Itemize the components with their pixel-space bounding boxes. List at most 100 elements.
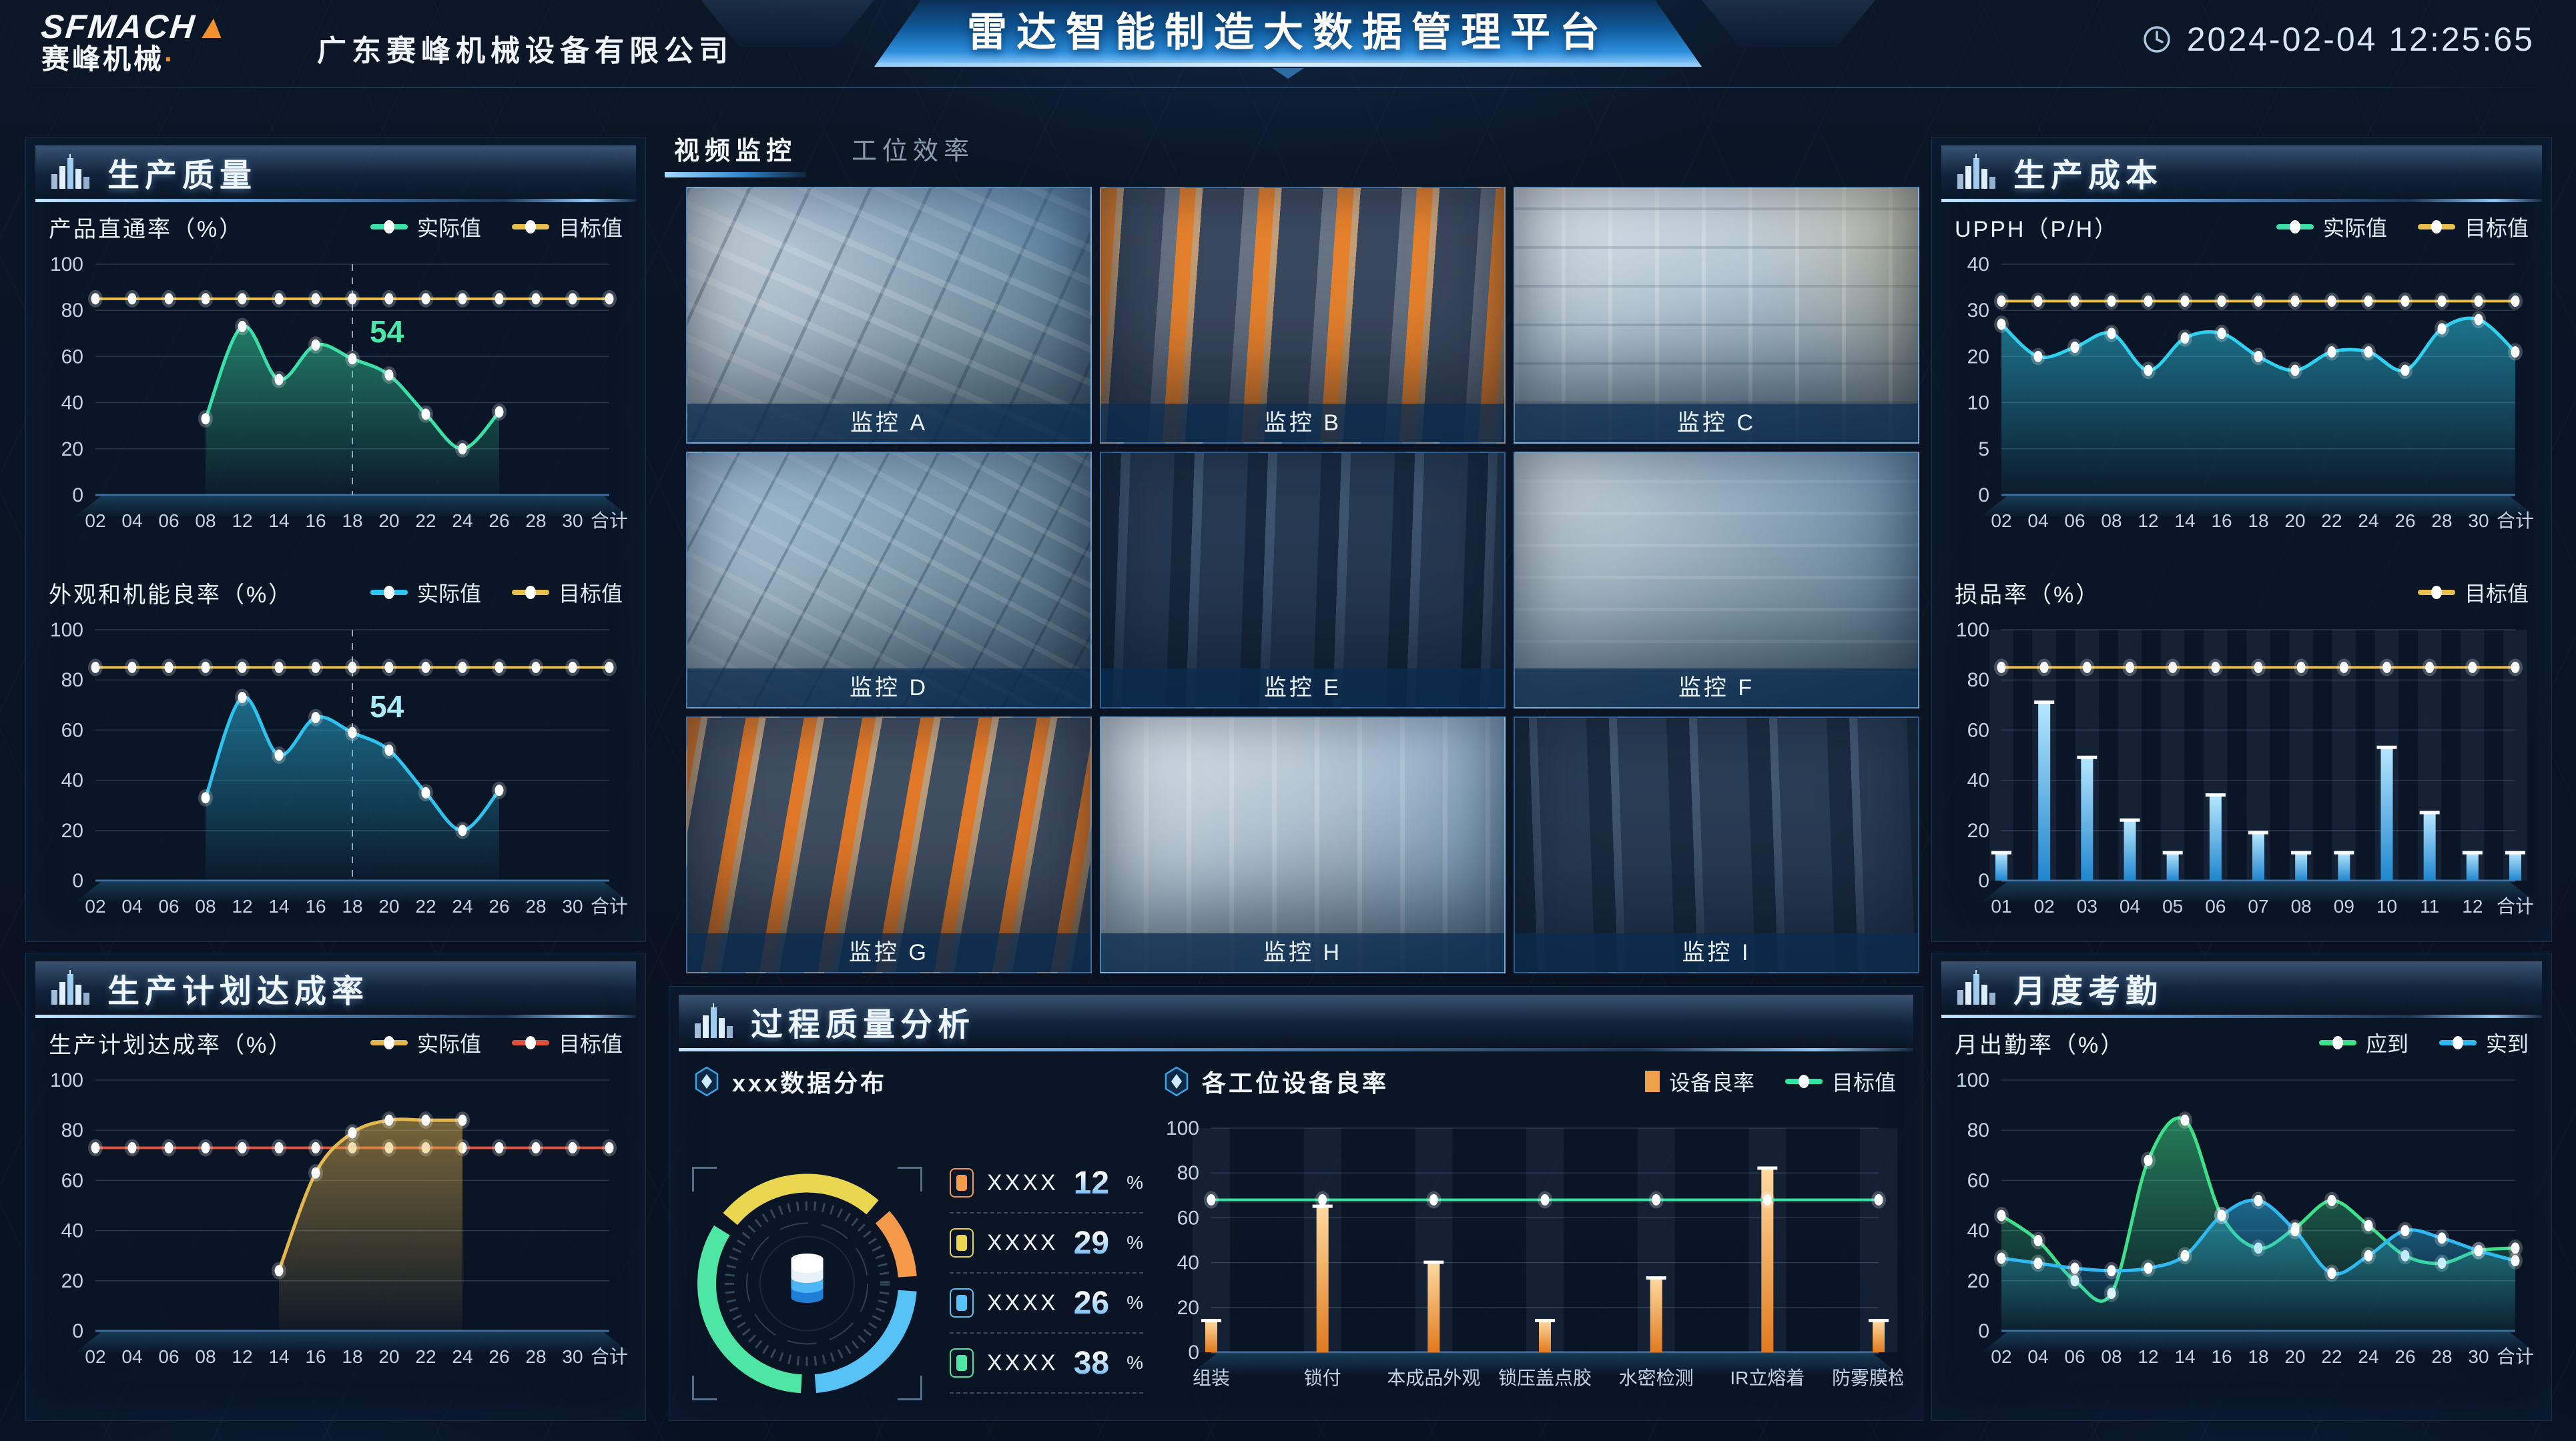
svg-text:28: 28: [525, 510, 546, 531]
bar-chart-icon: [1956, 970, 1997, 1006]
camera-tile[interactable]: 监控 I: [1514, 716, 1919, 973]
svg-text:24: 24: [452, 1346, 472, 1367]
svg-text:28: 28: [525, 896, 546, 917]
camera-tile[interactable]: 监控 E: [1100, 452, 1506, 708]
chart-legend: 实际值目标值: [370, 577, 623, 608]
svg-text:30: 30: [2468, 510, 2489, 531]
svg-text:26: 26: [2394, 510, 2415, 531]
camera-tile[interactable]: 监控 D: [686, 452, 1092, 708]
svg-text:14: 14: [268, 1346, 289, 1367]
svg-text:30: 30: [2468, 1346, 2489, 1367]
svg-text:0: 0: [72, 870, 83, 892]
bar-chart-icon: [693, 1003, 735, 1039]
panel-header: 生产成本: [1941, 145, 2542, 199]
svg-text:30: 30: [562, 1346, 583, 1367]
svg-text:20: 20: [378, 510, 399, 531]
svg-text:14: 14: [268, 896, 289, 917]
svg-text:100: 100: [1956, 619, 1989, 641]
camera-label: 监控 H: [1101, 933, 1504, 972]
svg-text:03: 03: [2077, 896, 2098, 917]
svg-text:28: 28: [2431, 1346, 2452, 1367]
svg-text:04: 04: [2120, 896, 2140, 917]
svg-text:22: 22: [2321, 510, 2342, 531]
svg-text:02: 02: [85, 896, 105, 917]
camera-tile[interactable]: 监控 B: [1100, 187, 1506, 444]
camera-label: 监控 G: [687, 933, 1090, 972]
panel-header: 生产质量: [35, 145, 636, 199]
legend-item[interactable]: 应到: [2319, 1027, 2408, 1058]
video-monitor-tab[interactable]: 视频监控: [674, 130, 797, 177]
legend-item[interactable]: 设备良率: [1645, 1066, 1754, 1097]
chart-legend: 实际值目标值: [370, 1027, 623, 1058]
legend-item[interactable]: 目标值: [1785, 1066, 1896, 1097]
svg-text:0: 0: [72, 484, 83, 506]
svg-text:18: 18: [2248, 510, 2268, 531]
svg-text:100: 100: [1956, 1069, 1989, 1091]
svg-text:16: 16: [2211, 1346, 2232, 1367]
attendance-chart: 0204060801000204060812141618202224262830…: [1944, 1063, 2539, 1376]
legend-item[interactable]: 目标值: [2418, 577, 2529, 608]
svg-text:合计: 合计: [2497, 1346, 2534, 1367]
camera-tile[interactable]: 监控 F: [1514, 452, 1919, 708]
svg-text:06: 06: [2064, 1346, 2085, 1367]
diamond-icon: [693, 1066, 720, 1097]
chart-legend: 实际值目标值: [2276, 211, 2529, 242]
camera-tile[interactable]: 监控 H: [1100, 716, 1506, 973]
station-efficiency-tab[interactable]: 工位效率: [852, 130, 974, 177]
camera-tile[interactable]: 监控 A: [686, 187, 1092, 444]
svg-text:24: 24: [452, 510, 472, 531]
svg-text:02: 02: [1991, 1346, 2011, 1367]
camera-tile[interactable]: 监控 C: [1514, 187, 1919, 444]
donut-legend-row[interactable]: XXXX12%: [950, 1153, 1143, 1214]
donut-legend-list: XXXX12%XXXX29%XXXX26%XXXX38%: [950, 1153, 1143, 1394]
svg-text:08: 08: [2101, 1346, 2122, 1367]
legend-item[interactable]: 目标值: [512, 577, 623, 608]
svg-text:22: 22: [2321, 1346, 2342, 1367]
svg-text:06: 06: [2205, 896, 2226, 917]
svg-text:16: 16: [305, 896, 326, 917]
svg-text:100: 100: [50, 619, 83, 641]
donut-legend-row[interactable]: XXXX38%: [950, 1334, 1143, 1394]
legend-item[interactable]: 实际值: [370, 577, 481, 608]
camera-label: 监控 C: [1515, 404, 1918, 442]
dashboard: SFMACH▲ 赛峰机械· 广东赛峰机械设备有限公司 雷达智能制造大数据管理平台…: [0, 0, 2576, 1441]
svg-text:40: 40: [1967, 770, 1989, 792]
svg-text:0: 0: [1978, 870, 1989, 892]
svg-text:5: 5: [1978, 438, 1989, 460]
monthly-attendance-panel: 月度考勤 月出勤率（%） 应到实到 0204060801000204060812…: [1931, 953, 2552, 1421]
panel-title: 生产质量: [107, 149, 257, 195]
svg-text:20: 20: [1967, 820, 1989, 842]
legend-item[interactable]: 目标值: [512, 211, 623, 242]
svg-text:06: 06: [158, 1346, 179, 1367]
legend-item[interactable]: 实际值: [370, 211, 481, 242]
svg-text:06: 06: [2064, 510, 2085, 531]
panel-header: 生产计划达成率: [35, 961, 636, 1015]
legend-item[interactable]: 目标值: [512, 1027, 623, 1058]
legend-item[interactable]: 实际值: [370, 1027, 481, 1058]
camera-tile[interactable]: 监控 G: [686, 716, 1092, 973]
svg-text:锁压盖点胶: 锁压盖点胶: [1498, 1368, 1592, 1388]
svg-text:20: 20: [61, 438, 83, 460]
svg-text:20: 20: [2284, 1346, 2305, 1367]
camera-label: 监控 I: [1515, 933, 1918, 972]
donut-legend-row[interactable]: XXXX26%: [950, 1274, 1143, 1334]
chart-legend: 设备良率目标值: [1645, 1066, 1896, 1097]
svg-text:24: 24: [2358, 510, 2378, 531]
data-distribution-donut: [692, 1167, 922, 1400]
svg-text:100: 100: [50, 1069, 83, 1091]
legend-item[interactable]: 实际值: [2276, 211, 2387, 242]
svg-text:26: 26: [489, 510, 509, 531]
bar-chart-icon: [50, 970, 91, 1006]
svg-text:05: 05: [2162, 896, 2183, 917]
donut-legend-row[interactable]: XXXX29%: [950, 1214, 1143, 1274]
svg-text:02: 02: [85, 1346, 105, 1367]
svg-text:08: 08: [2291, 896, 2312, 917]
panel-title: 生产计划达成率: [107, 965, 369, 1011]
svg-text:80: 80: [61, 1119, 83, 1141]
legend-item[interactable]: 实到: [2439, 1027, 2529, 1058]
legend-item[interactable]: 目标值: [2418, 211, 2529, 242]
chart-title: 生产计划达成率（%）: [49, 1027, 293, 1059]
svg-text:60: 60: [61, 346, 83, 368]
svg-text:22: 22: [415, 896, 436, 917]
svg-text:0: 0: [1978, 1320, 1989, 1342]
